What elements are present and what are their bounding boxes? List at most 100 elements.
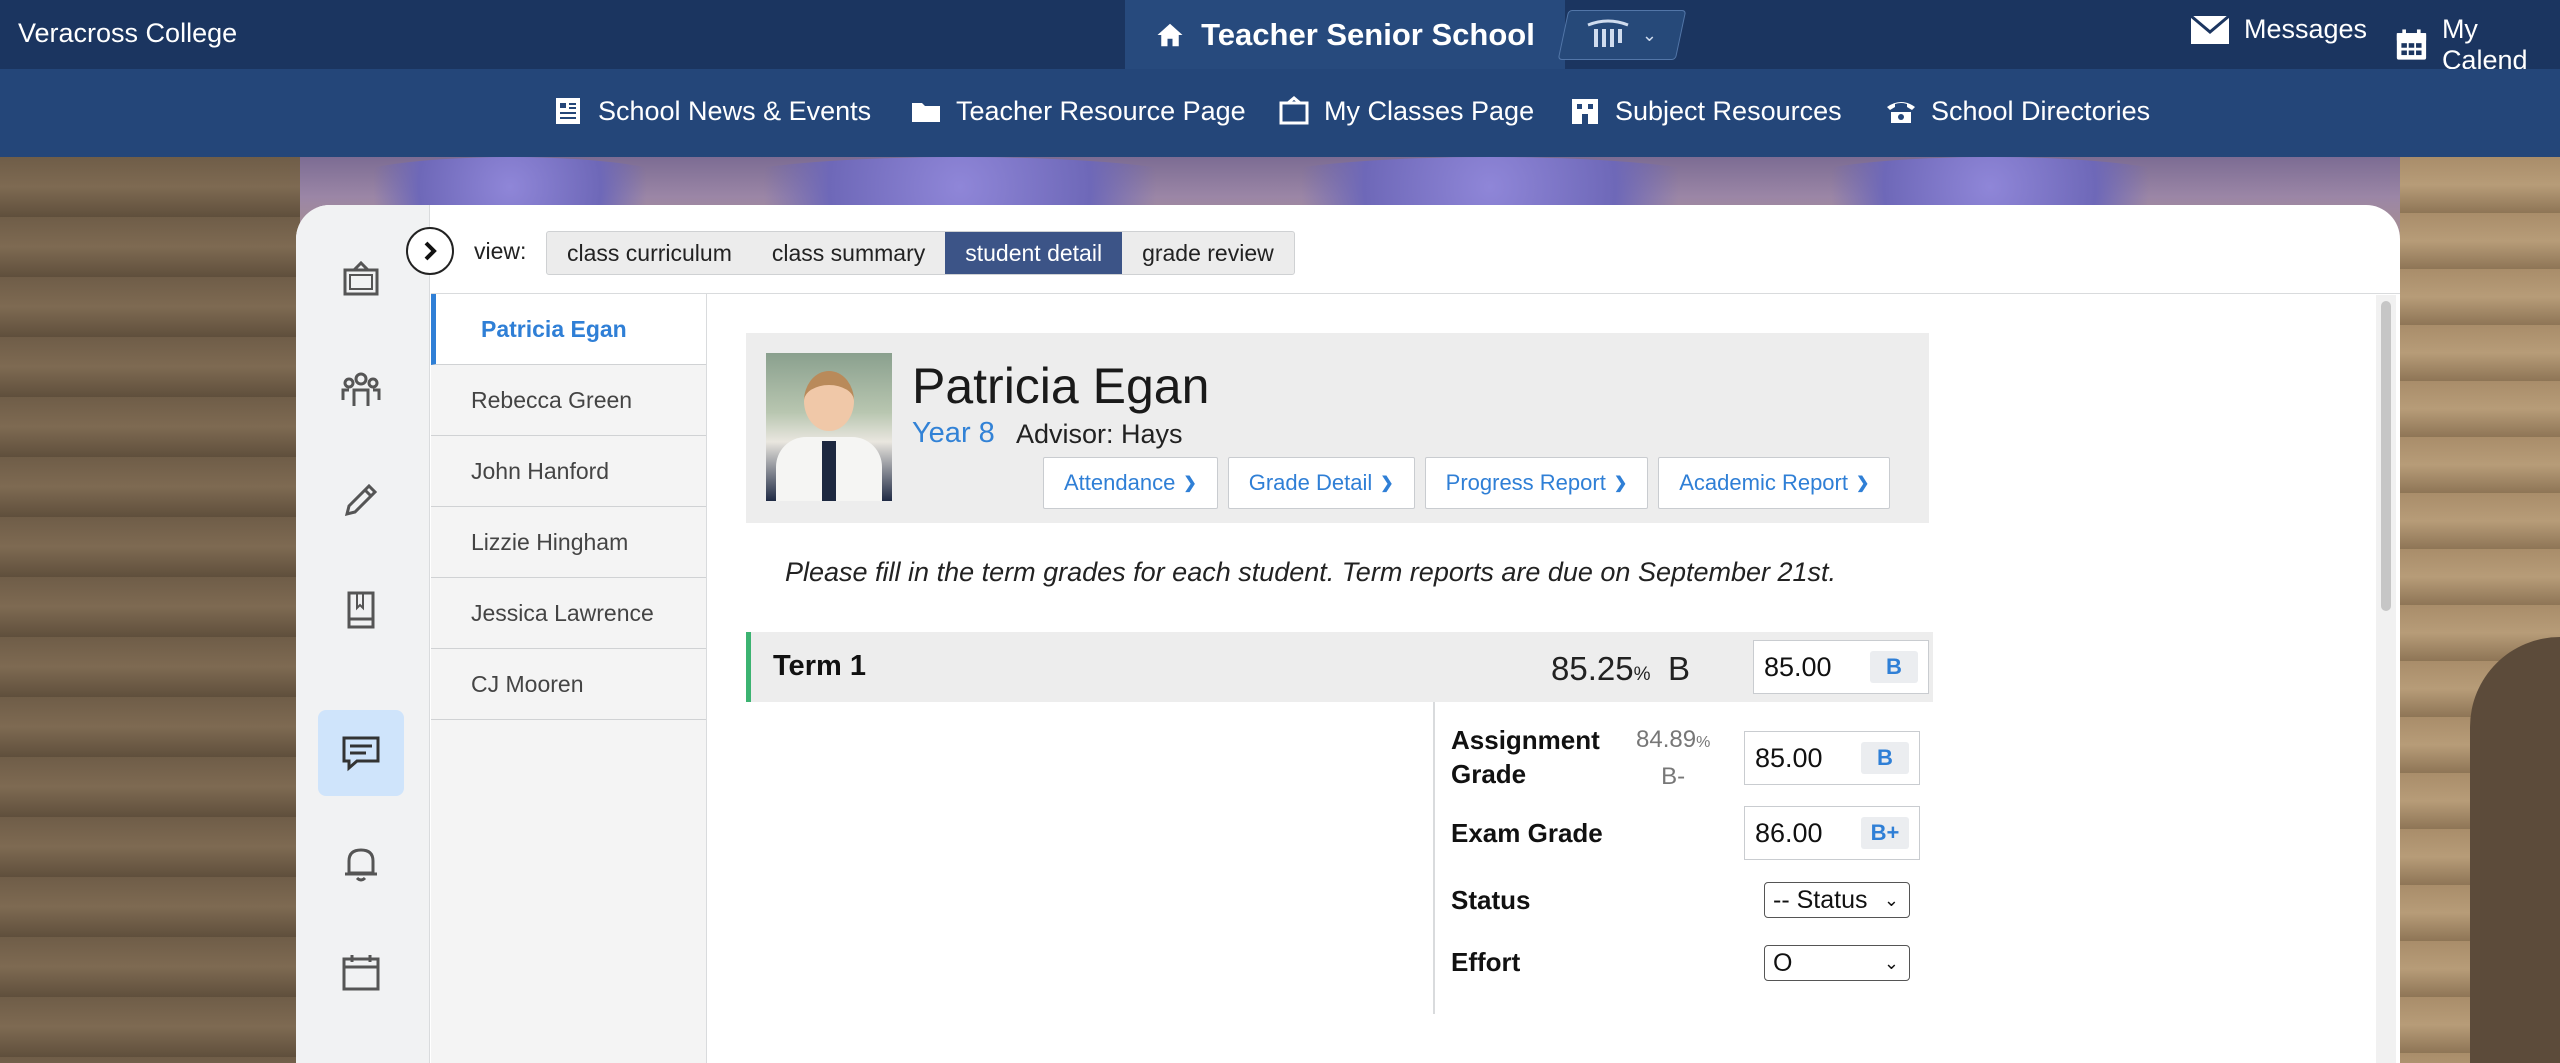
academic-report-dropdown[interactable]: Academic Report ❯ (1658, 457, 1891, 509)
tab-student-detail[interactable]: student detail (945, 232, 1123, 274)
student-advisor: Advisor: Hays (1016, 419, 1183, 449)
rail-students[interactable] (318, 347, 404, 433)
status-selected-value: -- Status (1773, 886, 1868, 914)
assignment-grade-label-line: Assignment (1451, 725, 1600, 755)
nav-teacher-resource[interactable]: Teacher Resource Page (910, 95, 1246, 127)
rail-notifications[interactable] (318, 820, 404, 906)
view-label: view: (474, 238, 527, 264)
student-actions: Attendance ❯ Grade Detail ❯ Progress Rep… (1043, 457, 1891, 509)
rail-classroom[interactable] (318, 237, 404, 323)
chevron-right-icon (424, 241, 437, 261)
term-grade-input[interactable]: 85.00 B (1753, 640, 1929, 694)
portal-switcher[interactable]: ⌄ (1557, 10, 1687, 60)
attendance-dropdown[interactable]: Attendance ❯ (1043, 457, 1218, 509)
dropdown-label: Attendance (1064, 470, 1176, 495)
building-icon (1572, 99, 1598, 124)
student-list-item[interactable]: Lizzie Hingham (431, 507, 706, 578)
nav-label: Teacher Resource Page (956, 95, 1246, 126)
nav-label: School Directories (1931, 95, 2151, 126)
grade-letter-badge: B (1870, 651, 1918, 683)
rail-comments[interactable] (318, 710, 404, 796)
rail-calendar[interactable] (318, 930, 404, 1016)
student-list-item[interactable]: Rebecca Green (431, 365, 706, 436)
top-bar: Veracross College Teacher Senior School … (0, 0, 2560, 75)
chalkboard-icon (343, 260, 379, 296)
assignment-letter-calc: B- (1661, 763, 1686, 790)
student-list: Patricia Egan Rebecca Green John Hanford… (431, 294, 707, 1063)
term-percentage: 85.25% (1551, 650, 1651, 688)
book-icon (347, 591, 375, 629)
percent-sign: % (1696, 734, 1711, 751)
scrollbar-thumb[interactable] (2381, 301, 2391, 611)
brand-name[interactable]: Veracross College (18, 18, 237, 49)
envelope-icon (2190, 14, 2230, 44)
news-icon (556, 98, 580, 124)
dropdown-label: Grade Detail (1248, 470, 1373, 495)
grade-value: 86.00 (1755, 817, 1823, 848)
sandstone-pillar-left (0, 157, 300, 1063)
chevron-down-icon: ❯ (1855, 475, 1870, 492)
assignment-grade-label-line: Grade (1451, 759, 1527, 789)
tab-class-curriculum[interactable]: class curriculum (547, 232, 752, 274)
divider (431, 293, 2400, 294)
term-letter-grade: B (1668, 650, 1691, 687)
school-portal-tab[interactable]: Teacher Senior School (1125, 0, 1565, 69)
expand-panel-button[interactable] (406, 227, 454, 275)
exam-grade-label: Exam Grade (1451, 818, 1603, 848)
chevron-down-icon: ❯ (1613, 475, 1628, 492)
school-portal-label: Teacher Senior School (1201, 16, 1535, 52)
classroom-icon (1279, 96, 1309, 125)
calendar-label: My Calend (2441, 14, 2528, 75)
chat-icon (342, 736, 380, 772)
status-select[interactable]: -- Status ⌄ (1764, 882, 1910, 918)
student-list-item[interactable]: Jessica Lawrence (431, 578, 706, 649)
assignment-calculated-grade: 84.89% B- (1636, 723, 1710, 794)
student-list-item[interactable]: Patricia Egan (431, 294, 706, 365)
secondary-nav: School News & Events Teacher Resource Pa… (0, 69, 2560, 157)
student-year-link[interactable]: Year 8 (912, 417, 995, 450)
student-list-item[interactable]: CJ Mooren (431, 649, 706, 720)
student-list-item[interactable]: John Hanford (431, 436, 706, 507)
nav-my-classes[interactable]: My Classes Page (1278, 95, 1534, 127)
exam-grade-input[interactable]: 86.00 B+ (1744, 806, 1920, 860)
pencil-icon (344, 483, 378, 517)
nav-label: Subject Resources (1615, 95, 1842, 126)
effort-label: Effort (1451, 947, 1521, 977)
grade-detail-dropdown[interactable]: Grade Detail ❯ (1227, 457, 1415, 509)
view-tabs: class curriculum class summary student d… (546, 231, 1295, 275)
effort-selected-value: O (1773, 949, 1793, 977)
rail-gradebook[interactable] (318, 567, 404, 653)
phone-icon (1887, 102, 1915, 123)
assignment-grade-label: Assignment Grade (1451, 723, 1600, 791)
calendar-link[interactable]: My Calend (2395, 14, 2560, 76)
nav-label: School News & Events (598, 95, 872, 126)
chevron-down-icon: ❯ (1183, 475, 1197, 492)
chevron-down-icon: ⌄ (1642, 24, 1658, 45)
divider (1433, 702, 1435, 1014)
rail-assignments[interactable] (318, 457, 404, 543)
tab-class-summary[interactable]: class summary (752, 232, 945, 274)
nav-school-directories[interactable]: School Directories (1885, 95, 2150, 127)
nav-subject-resources[interactable]: Subject Resources (1569, 95, 1842, 127)
calendar-icon (342, 955, 380, 991)
chevron-down-icon: ❯ (1380, 475, 1394, 492)
chevron-down-icon: ⌄ (1883, 953, 1899, 973)
messages-label: Messages (2244, 14, 2368, 44)
grade-value: 85.00 (1755, 742, 1823, 773)
grade-letter-badge: B+ (1861, 817, 1909, 849)
nav-label: My Classes Page (1324, 95, 1535, 126)
instructions-text: Please fill in the term grades for each … (785, 557, 1837, 587)
tab-grade-review[interactable]: grade review (1122, 232, 1294, 274)
icon-rail (296, 205, 430, 1063)
assignment-percentage: 84.89 (1636, 726, 1697, 753)
dropdown-label: Progress Report (1445, 470, 1606, 495)
grade-letter-badge: B (1861, 742, 1909, 774)
status-label: Status (1451, 885, 1531, 915)
messages-link[interactable]: Messages (2190, 14, 2367, 45)
progress-report-dropdown[interactable]: Progress Report ❯ (1424, 457, 1649, 509)
nav-school-news[interactable]: School News & Events (552, 95, 871, 127)
home-icon (1157, 23, 1183, 46)
effort-select[interactable]: O ⌄ (1764, 945, 1910, 981)
calendar-icon (2396, 29, 2427, 60)
assignment-grade-input[interactable]: 85.00 B (1744, 731, 1920, 785)
